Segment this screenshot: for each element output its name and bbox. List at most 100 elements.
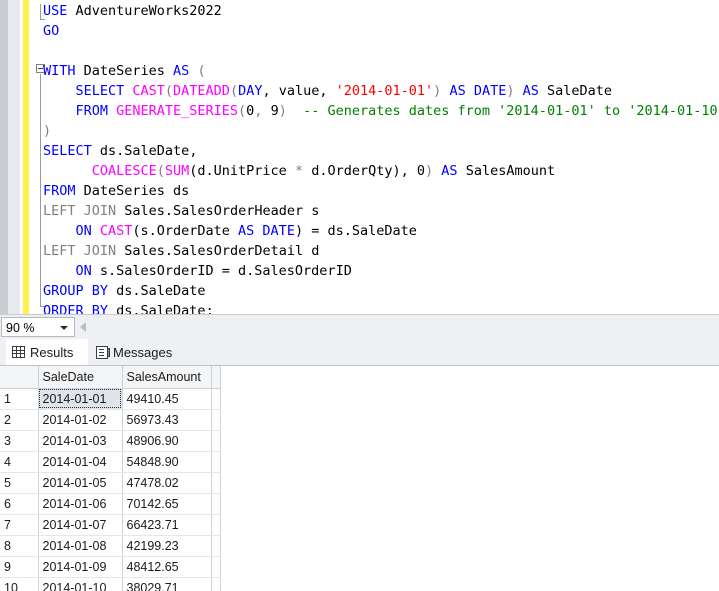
tab-messages[interactable]: Messages <box>90 339 188 365</box>
code-text-surface[interactable]: USE AdventureWorks2022 GO WITH DateSeries … <box>35 0 719 314</box>
code-token: Sales.SalesOrderDetail d <box>116 243 320 259</box>
editor-indicator-margin[interactable] <box>8 0 20 314</box>
cell-saledate[interactable]: 2014-01-06 <box>38 493 123 515</box>
code-token: ds.SaleDate <box>108 283 206 299</box>
table-row[interactable]: 7 2014-01-07 66423.71 <box>0 514 221 536</box>
code-line: ) <box>43 121 51 141</box>
zoom-level-combobox[interactable]: 90 % <box>1 317 75 337</box>
code-token: (s.OrderDate <box>132 223 239 239</box>
cell-saledate[interactable]: 2014-01-03 <box>38 430 123 452</box>
code-token: 9 <box>270 103 279 119</box>
cell-filler <box>211 388 221 410</box>
cell-salesamount[interactable]: 70142.65 <box>122 493 212 515</box>
table-row[interactable]: 10 2014-01-10 38029.71 <box>0 577 221 591</box>
row-number-header[interactable] <box>0 366 39 389</box>
code-token: GO <box>43 23 60 39</box>
row-number-cell[interactable]: 9 <box>0 556 39 578</box>
column-header-salesamount[interactable]: SalesAmount <box>122 366 212 389</box>
cell-salesamount[interactable]: 38029.71 <box>122 577 212 591</box>
table-row[interactable]: 6 2014-01-06 70142.65 <box>0 493 221 515</box>
cell-salesamount[interactable]: 42199.23 <box>122 535 212 557</box>
table-row[interactable]: 1 2014-01-01 49410.45 <box>0 388 221 410</box>
code-token: DATEADD <box>173 83 230 99</box>
cell-salesamount[interactable]: 48906.90 <box>122 430 212 452</box>
cell-salesamount[interactable]: 66423.71 <box>122 514 212 536</box>
cell-saledate[interactable]: 2014-01-04 <box>38 451 123 473</box>
row-number-cell[interactable]: 7 <box>0 514 39 536</box>
table-row[interactable]: 2 2014-01-02 56973.43 <box>0 409 221 431</box>
code-line: FROM GENERATE_SERIES(0, 9) -- Generates … <box>75 101 719 121</box>
code-token: ( <box>164 83 174 99</box>
code-token: Sales.SalesOrderHeader s <box>116 203 320 219</box>
code-token: GROUP BY <box>43 283 109 299</box>
code-token: LEFT JOIN <box>43 243 117 259</box>
row-number-cell[interactable]: 10 <box>0 577 39 591</box>
row-number-cell[interactable]: 1 <box>0 388 39 410</box>
code-token: ( <box>229 83 239 99</box>
code-token: d.OrderQty), <box>303 163 417 179</box>
cell-filler <box>211 451 221 473</box>
code-token: SalesAmount <box>457 163 556 179</box>
code-line: SELECT CAST(DATEADD(DAY, value, '2014-01… <box>75 81 612 101</box>
code-token: GENERATE_SERIES <box>116 103 239 119</box>
results-grid-pane[interactable]: SaleDate SalesAmount 1 2014-01-01 49410.45… <box>0 365 719 591</box>
cell-saledate[interactable]: 2014-01-05 <box>38 472 123 494</box>
code-line: ORDER BY ds.SaleDate; <box>43 301 214 314</box>
code-token: CAST <box>132 83 165 99</box>
cell-salesamount[interactable]: 48412.65 <box>122 556 212 578</box>
table-row[interactable]: 9 2014-01-09 48412.65 <box>0 556 221 578</box>
code-token: COALESCE <box>91 163 157 179</box>
outline-guide-top <box>40 4 41 20</box>
table-row[interactable]: 8 2014-01-08 42199.23 <box>0 535 221 557</box>
results-tab-strip: Results Messages <box>0 339 719 365</box>
table-row[interactable]: 5 2014-01-05 47478.02 <box>0 472 221 494</box>
cell-filler <box>211 556 221 578</box>
row-number-cell[interactable]: 2 <box>0 409 39 431</box>
chevron-down-icon[interactable] <box>60 326 68 330</box>
code-token: SELECT <box>75 83 133 99</box>
code-line: USE AdventureWorks2022 <box>43 1 222 21</box>
code-line: COALESCE(SUM(d.UnitPrice * d.OrderQty), … <box>92 161 555 181</box>
zoom-level-value: 90 % <box>6 321 35 335</box>
code-token: LEFT JOIN <box>43 203 117 219</box>
column-header-saledate[interactable]: SaleDate <box>38 366 123 389</box>
code-token: s.SalesOrderID = d.SalesOrderID <box>91 263 352 279</box>
cell-saledate[interactable]: 2014-01-01 <box>38 388 123 410</box>
cell-salesamount[interactable]: 54848.90 <box>122 451 212 473</box>
cell-salesamount[interactable]: 49410.45 <box>122 388 212 410</box>
code-token: ) <box>425 163 442 179</box>
cell-saledate[interactable]: 2014-01-09 <box>38 556 123 578</box>
row-number-cell[interactable]: 6 <box>0 493 39 515</box>
cell-filler <box>211 577 221 591</box>
cell-salesamount[interactable]: 47478.02 <box>122 472 212 494</box>
table-row[interactable]: 4 2014-01-04 54848.90 <box>0 451 221 473</box>
code-token: AS <box>173 63 190 79</box>
scroll-left-arrow-icon[interactable] <box>80 322 86 332</box>
cell-filler <box>211 514 221 536</box>
outline-guide-region <box>40 74 41 307</box>
code-token: ) <box>278 103 304 119</box>
cell-filler <box>211 535 221 557</box>
code-token: AS DATE <box>238 223 295 239</box>
cell-saledate[interactable]: 2014-01-08 <box>38 535 123 557</box>
sql-code-editor[interactable]: USE AdventureWorks2022 GO WITH DateSeries … <box>0 0 719 314</box>
code-token: AS <box>441 163 458 179</box>
cell-saledate[interactable]: 2014-01-10 <box>38 577 123 591</box>
row-number-cell[interactable]: 3 <box>0 430 39 452</box>
cell-salesamount[interactable]: 56973.43 <box>122 409 212 431</box>
code-token: DAY <box>238 83 263 99</box>
document-icon <box>96 345 110 359</box>
results-grid[interactable]: SaleDate SalesAmount 1 2014-01-01 49410.45… <box>0 366 221 591</box>
code-token: ON <box>75 223 100 239</box>
code-token: ) = ds.SaleDate <box>294 223 417 239</box>
code-token: ds.SaleDate; <box>108 303 214 314</box>
cell-saledate[interactable]: 2014-01-02 <box>38 409 123 431</box>
table-row[interactable]: 3 2014-01-03 48906.90 <box>0 430 221 452</box>
tab-messages-label: Messages <box>113 344 173 360</box>
tab-results[interactable]: Results <box>6 339 88 365</box>
row-number-cell[interactable]: 4 <box>0 451 39 473</box>
row-number-cell[interactable]: 5 <box>0 472 39 494</box>
cell-saledate[interactable]: 2014-01-07 <box>38 514 123 536</box>
row-number-cell[interactable]: 8 <box>0 535 39 557</box>
column-header-filler <box>211 366 221 389</box>
